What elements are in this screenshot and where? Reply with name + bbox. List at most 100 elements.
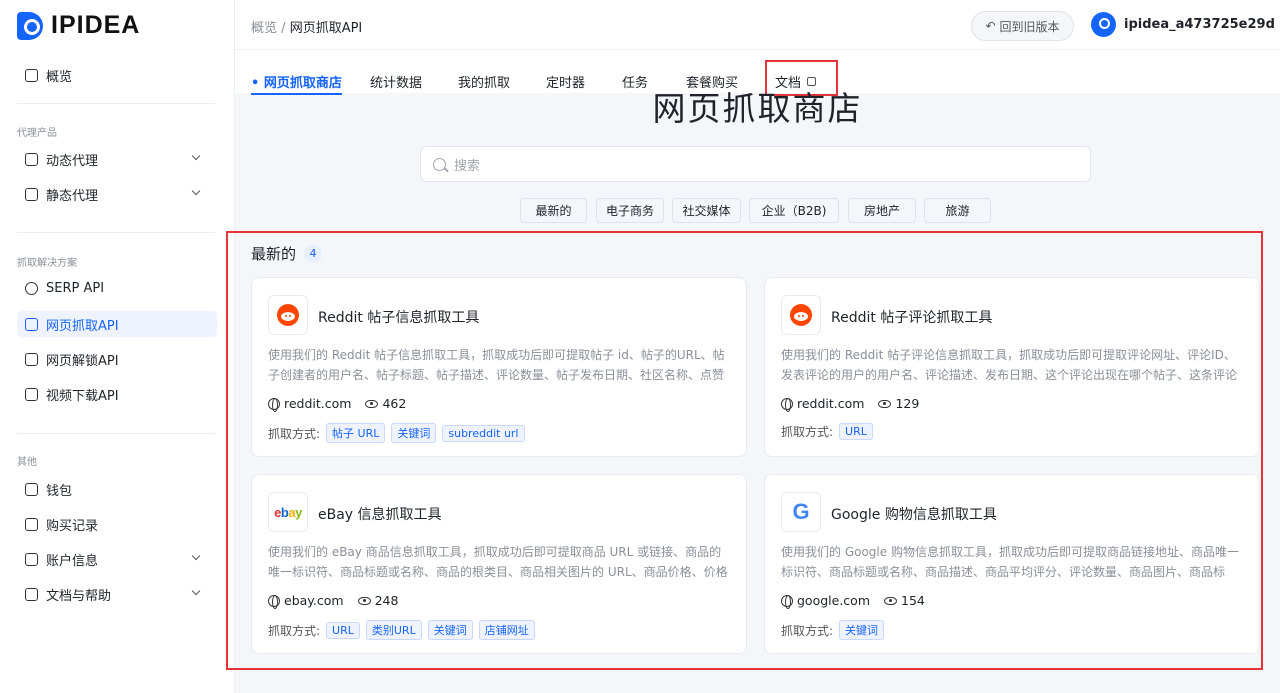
card-title: eBay 信息抓取工具: [318, 507, 442, 523]
card-views: 462: [382, 396, 407, 411]
globe-icon: [268, 397, 280, 412]
home-icon: [25, 68, 38, 82]
card-methods: 抓取方式: URL 类别URL 关键词 店铺网址: [268, 620, 535, 640]
sidebar-item-label: 网页抓取API: [46, 318, 119, 334]
method-tag: 帖子 URL: [326, 423, 386, 443]
chip-real-estate[interactable]: 房地产: [848, 198, 916, 223]
method-tag: 关键词: [427, 620, 473, 640]
sidebar-item-static-proxy[interactable]: 静态代理: [17, 181, 217, 207]
document-icon: [25, 587, 38, 601]
sidebar-item-web-scrape-api[interactable]: 网页抓取API: [17, 311, 217, 337]
count-badge: 4: [304, 244, 323, 263]
sidebar: IPIDEA 概览 代理产品 动态代理 静态代理 抓取解决方案 SERP API…: [0, 0, 235, 693]
back-to-old-version-button[interactable]: ↶ 回到旧版本: [971, 11, 1074, 41]
web-scrape-icon: [25, 317, 38, 331]
brand-logo[interactable]: IPIDEA: [17, 11, 140, 40]
video-icon: [25, 387, 38, 401]
user-menu[interactable]: ipidea_a473725e29d: [1091, 12, 1275, 37]
search-icon: [25, 281, 38, 295]
method-tag: 关键词: [839, 620, 885, 640]
card-title: Google 购物信息抓取工具: [831, 507, 997, 523]
card-views: 154: [901, 593, 925, 608]
receipt-icon: [25, 517, 38, 531]
sidebar-item-dynamic-proxy[interactable]: 动态代理: [17, 146, 217, 172]
sidebar-item-docs-help[interactable]: 文档与帮助: [17, 581, 217, 607]
ipidea-logo-icon: [17, 11, 43, 40]
sidebar-item-label: 钱包: [46, 483, 73, 499]
eye-icon: [365, 399, 379, 408]
method-label: 抓取方式:: [268, 623, 321, 638]
group-label-proxy: 代理产品: [17, 128, 57, 139]
chip-travel[interactable]: 旅游: [924, 198, 991, 223]
chip-social-media[interactable]: 社交媒体: [672, 198, 741, 223]
card-domain: ebay.com: [284, 593, 344, 608]
method-label: 抓取方式:: [781, 623, 834, 638]
sidebar-divider: [17, 433, 215, 434]
method-tag: 关键词: [391, 423, 437, 443]
card-methods: 抓取方式: 关键词: [781, 620, 885, 640]
sidebar-item-label: 购买记录: [46, 518, 99, 534]
chip-ecommerce[interactable]: 电子商务: [596, 198, 664, 223]
scraper-card[interactable]: ebay eBay 信息抓取工具 使用我们的 eBay 商品信息抓取工具，抓取成…: [251, 474, 747, 654]
reddit-logo-icon: [781, 295, 821, 335]
card-description: 使用我们的 Google 购物信息抓取工具，抓取成功后即可提取商品链接地址、商品…: [781, 545, 1239, 579]
card-description: 使用我们的 eBay 商品信息抓取工具，抓取成功后即可提取商品 URL 或链接、…: [268, 545, 728, 579]
sidebar-item-video-download-api[interactable]: 视频下载API: [17, 381, 217, 407]
sidebar-item-label: 文档与帮助: [46, 588, 112, 604]
card-methods: 抓取方式: URL: [781, 423, 873, 440]
reddit-logo-icon: [268, 295, 308, 335]
scraper-card[interactable]: Reddit 帖子信息抓取工具 使用我们的 Reddit 帖子信息抓取工具，抓取…: [251, 277, 747, 457]
search-input[interactable]: 搜索: [420, 146, 1091, 182]
undo-arrow-icon: ↶: [985, 19, 996, 33]
eye-icon: [884, 596, 897, 605]
method-label: 抓取方式:: [268, 426, 321, 441]
section-title: 最新的 4: [251, 243, 323, 264]
chevron-down-icon: [191, 151, 201, 161]
sidebar-item-label: 静态代理: [46, 188, 99, 204]
eye-icon: [878, 399, 892, 408]
chip-b2b[interactable]: 企业（B2B): [749, 198, 839, 223]
breadcrumb-root[interactable]: 概览: [251, 21, 277, 36]
card-views: 248: [374, 593, 399, 608]
group-label-scrape: 抓取解决方案: [17, 258, 77, 269]
sidebar-item-label: 账户信息: [46, 553, 99, 569]
unlock-icon: [25, 352, 38, 366]
search-icon: [433, 157, 446, 171]
method-tag: 类别URL: [365, 620, 422, 640]
search-placeholder: 搜索: [454, 158, 481, 174]
card-meta: reddit.com 462: [268, 396, 407, 412]
group-label-other: 其他: [17, 457, 37, 468]
card-description: 使用我们的 Reddit 帖子信息抓取工具，抓取成功后即可提取帖子 id、帖子的…: [268, 348, 725, 382]
section-title-label: 最新的: [251, 245, 297, 263]
avatar: [1091, 12, 1116, 37]
sidebar-item-web-unlock-api[interactable]: 网页解锁API: [17, 346, 217, 372]
static-proxy-icon: [25, 187, 38, 201]
globe-icon: [781, 594, 793, 609]
breadcrumb-separator: /: [281, 21, 286, 36]
chevron-down-icon: [191, 586, 201, 596]
sidebar-item-purchase-history[interactable]: 购买记录: [17, 511, 217, 537]
method-tag: subreddit url: [442, 424, 525, 442]
account-icon: [25, 552, 38, 566]
sidebar-item-label: 概览: [46, 69, 73, 85]
sidebar-item-overview[interactable]: 概览: [17, 62, 217, 88]
back-to-old-version-label: 回到旧版本: [999, 19, 1060, 34]
sidebar-item-wallet[interactable]: 钱包: [17, 476, 217, 502]
method-label: 抓取方式:: [781, 425, 834, 439]
ebay-logo-icon: ebay: [268, 492, 308, 532]
card-meta: google.com 154: [781, 593, 925, 609]
card-views: 129: [895, 396, 920, 411]
card-domain: reddit.com: [797, 396, 865, 411]
google-logo-icon: G: [781, 492, 821, 532]
chip-latest[interactable]: 最新的: [520, 198, 587, 223]
scraper-card[interactable]: G Google 购物信息抓取工具 使用我们的 Google 购物信息抓取工具，…: [764, 474, 1260, 654]
card-methods: 抓取方式: 帖子 URL 关键词 subreddit url: [268, 423, 525, 443]
brand-name: IPIDEA: [51, 11, 141, 39]
scraper-card[interactable]: Reddit 帖子评论抓取工具 使用我们的 Reddit 帖子评论信息抓取工具，…: [764, 277, 1260, 457]
sidebar-item-account-info[interactable]: 账户信息: [17, 546, 217, 572]
method-tag: URL: [839, 423, 873, 440]
sidebar-item-serp-api[interactable]: SERP API: [17, 275, 217, 301]
top-bar: 概览 / 网页抓取API ↶ 回到旧版本 ipidea_a473725e29d: [235, 0, 1280, 50]
sidebar-divider: [17, 232, 215, 233]
sidebar-item-label: 视频下载API: [46, 388, 119, 404]
